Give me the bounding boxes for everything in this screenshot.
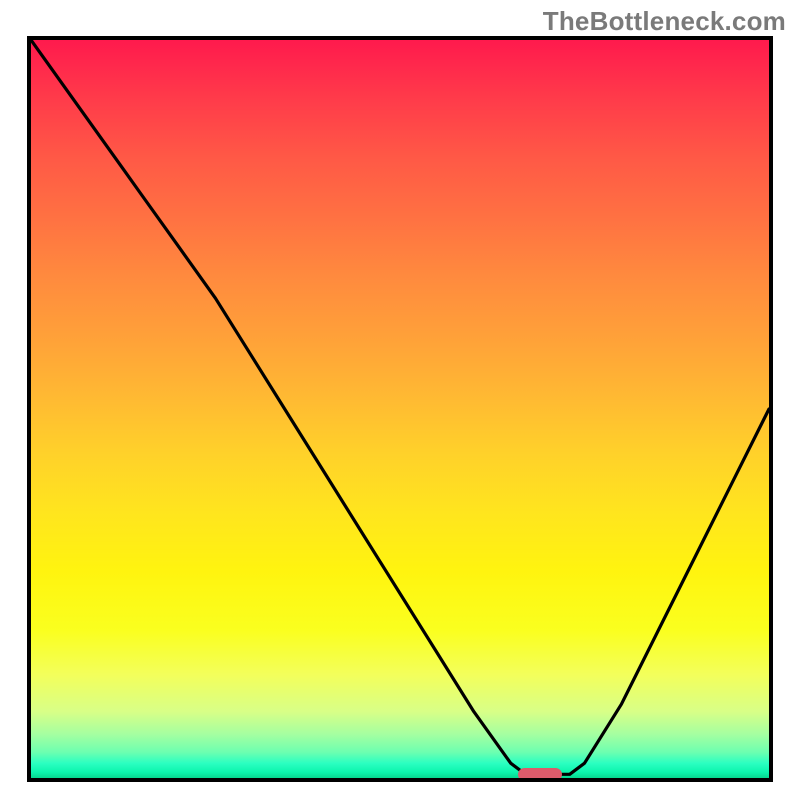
plot-area	[27, 36, 773, 782]
data-curve	[31, 40, 769, 778]
chart-container: TheBottleneck.com	[0, 0, 800, 800]
watermark-text: TheBottleneck.com	[543, 6, 786, 37]
optimum-marker	[518, 768, 562, 781]
